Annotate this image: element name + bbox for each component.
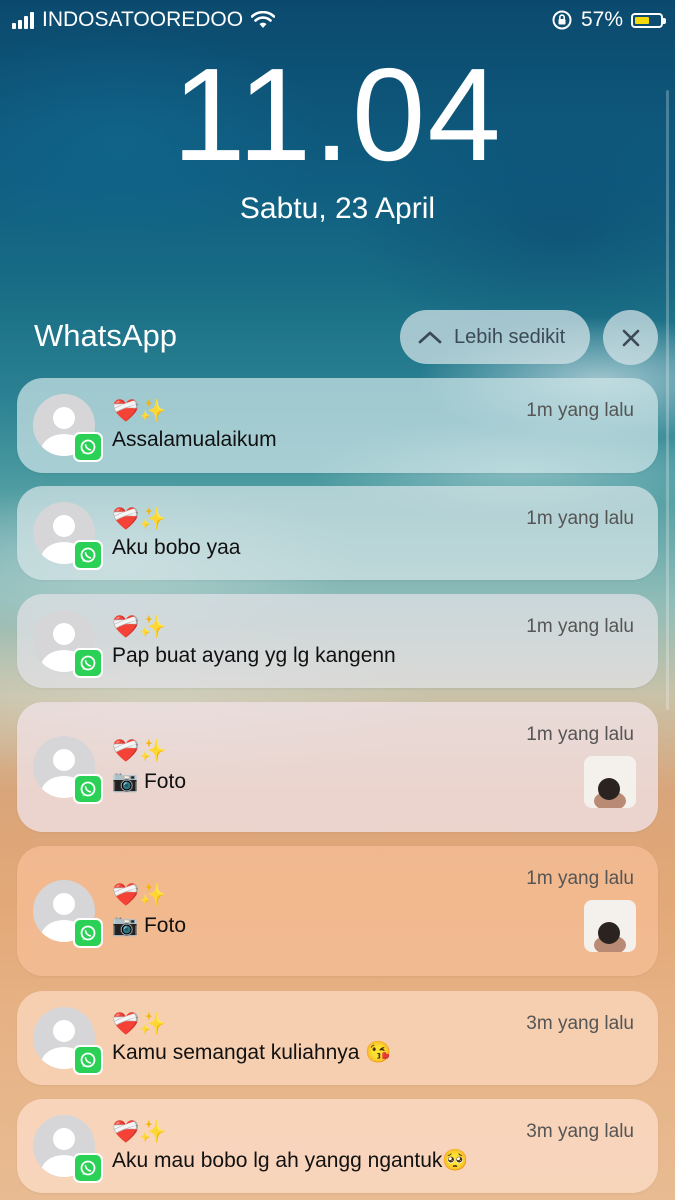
timestamp: 1m yang lalu [526,508,634,529]
message-text: Aku bobo yaa [112,536,241,559]
notification-card[interactable]: ❤️‍🩹✨ Aku mau bobo lg ah yangg ngantuk🥺 3m… [17,1099,658,1193]
scrollbar[interactable] [666,90,669,710]
whatsapp-icon [73,432,103,462]
notification-card[interactable]: ❤️‍🩹✨ Kamu semangat kuliahnya 😘 3m yang la… [17,991,658,1085]
message-text: Aku mau bobo lg ah yangg ngantuk🥺 [112,1149,469,1172]
notification-card[interactable]: ❤️‍🩹✨ 📷 Foto 1m yang lalu [17,846,658,976]
sender-name: ❤️‍🩹✨ [112,398,167,423]
message-text: 📷 Foto [112,770,187,793]
battery-icon [631,12,666,28]
whatsapp-icon [73,918,103,948]
notification-card[interactable]: ❤️‍🩹✨ Pap buat ayang yg lg kangenn 1m yang… [17,594,658,688]
battery-percent: 57% [580,8,623,31]
message-text: Kamu semangat kuliahnya 😘 [112,1041,392,1064]
timestamp: 3m yang lalu [526,1121,634,1142]
whatsapp-icon [73,1153,103,1183]
show-less-button[interactable]: Lebih sedikit [400,310,590,364]
message-text: 📷 Foto [112,914,187,937]
whatsapp-icon [73,648,103,678]
whatsapp-icon [73,1045,103,1075]
chevron-up-icon [418,331,442,344]
show-less-label: Lebih sedikit [454,325,566,348]
sender-name: ❤️‍🩹✨ [112,882,167,907]
whatsapp-icon [73,774,103,804]
timestamp: 3m yang lalu [526,1013,634,1034]
notification-card[interactable]: ❤️‍🩹✨ Assalamualaikum 1m yang lalu [17,378,658,473]
timestamp: 1m yang lalu [526,868,634,889]
timestamp: 1m yang lalu [526,724,634,745]
timestamp: 1m yang lalu [526,616,634,637]
photo-thumbnail [584,756,636,808]
timestamp: 1m yang lalu [526,400,634,421]
notification-card[interactable]: ❤️‍🩹✨ Aku bobo yaa 1m yang lalu [17,486,658,580]
notification-group-title: WhatsApp [34,318,178,353]
lockscreen-time: 11.04 [172,41,503,188]
carrier-name: INDOSATOOREDOO [42,8,244,31]
clear-group-button[interactable] [603,310,658,365]
message-text: Assalamualaikum [112,428,277,451]
orientation-lock-icon [552,10,572,30]
cellular-signal-icon [12,11,34,29]
photo-thumbnail [584,900,636,952]
sender-name: ❤️‍🩹✨ [112,738,167,763]
sender-name: ❤️‍🩹✨ [112,614,167,639]
whatsapp-icon [73,540,103,570]
status-bar: INDOSATOOREDOO 57% [0,0,675,40]
sender-name: ❤️‍🩹✨ [112,506,167,531]
close-icon [622,329,639,346]
wifi-icon [251,11,276,28]
notification-card[interactable]: ❤️‍🩹✨ 📷 Foto 1m yang lalu [17,702,658,832]
lockscreen-date: Sabtu, 23 April [239,192,436,225]
message-text: Pap buat ayang yg lg kangenn [112,644,396,667]
sender-name: ❤️‍🩹✨ [112,1011,167,1036]
battery-level [635,16,649,24]
sender-name: ❤️‍🩹✨ [112,1119,167,1144]
